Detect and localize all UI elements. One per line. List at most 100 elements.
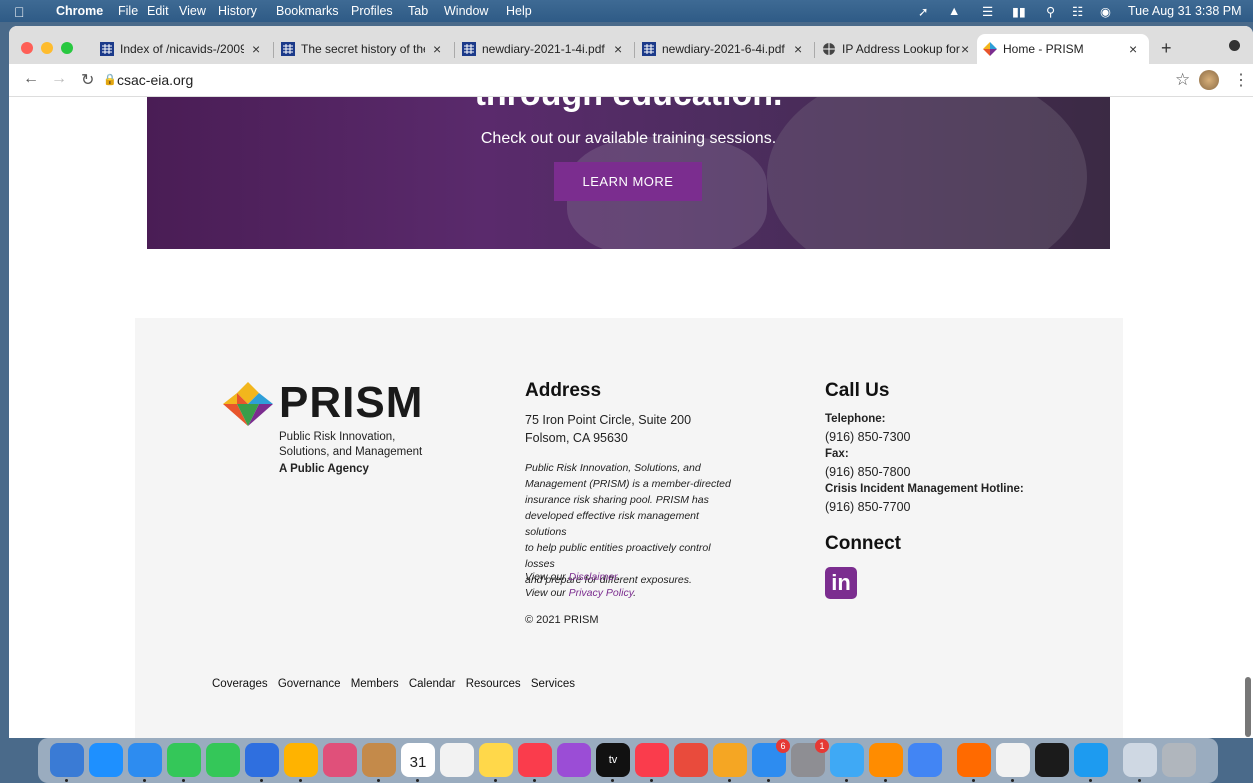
wifi-icon[interactable]: ☰: [982, 4, 993, 19]
menu-profiles[interactable]: Profiles: [351, 4, 393, 18]
pages-icon[interactable]: [713, 743, 747, 777]
address-heading: Address: [525, 380, 602, 401]
tab-newdiary-1[interactable]: newdiary-2021-1-4i.pdf ×: [456, 34, 631, 64]
tab-index-nicavids[interactable]: Index of /nicavids-/2009 ×: [94, 34, 269, 64]
system-preferences-icon[interactable]: 1: [791, 739, 829, 777]
footer-nav-calendar[interactable]: Calendar: [409, 678, 456, 690]
footer-nav-services[interactable]: Services: [531, 678, 575, 690]
preview-icon[interactable]: [1123, 743, 1157, 777]
mail-icon[interactable]: [128, 743, 162, 777]
menu-app-name[interactable]: Chrome: [56, 4, 103, 18]
address-bar[interactable]: csac-eia.org: [117, 72, 193, 88]
photos-icon[interactable]: [323, 743, 357, 777]
menu-file[interactable]: File: [118, 4, 138, 18]
maps-icon[interactable]: [284, 743, 318, 777]
footer-nav-governance[interactable]: Governance: [278, 678, 341, 690]
minimize-window-button[interactable]: [41, 42, 53, 54]
safari-icon[interactable]: [89, 743, 123, 777]
tab-ip-lookup[interactable]: IP Address Lookup for 1 ×: [816, 34, 976, 64]
menubar-clock[interactable]: Tue Aug 31 3:38 PM: [1128, 4, 1242, 18]
apple-tv-icon[interactable]: tv: [596, 743, 630, 777]
new-tab-icon[interactable]: +: [1161, 38, 1172, 59]
spotlight-icon[interactable]: ⚲: [1046, 4, 1055, 19]
menu-help[interactable]: Help: [506, 4, 532, 18]
bookmark-star-icon[interactable]: ☆: [1175, 70, 1190, 90]
about-line: to help public entities proactively cont…: [525, 542, 711, 570]
prism-logo-icon[interactable]: [223, 382, 273, 426]
messages-icon[interactable]: [206, 743, 240, 777]
menu-edit[interactable]: Edit: [147, 4, 169, 18]
close-tab-icon[interactable]: ×: [794, 41, 802, 57]
siri-icon[interactable]: ◉: [1100, 4, 1111, 19]
facetime-icon[interactable]: [167, 743, 201, 777]
footer-nav-members[interactable]: Members: [351, 678, 399, 690]
close-tab-icon[interactable]: ×: [614, 41, 622, 57]
reload-icon[interactable]: ↻: [81, 70, 94, 90]
document-icon[interactable]: [996, 743, 1030, 777]
numbers-icon[interactable]: [674, 743, 708, 777]
menu-window[interactable]: Window: [444, 4, 488, 18]
menu-view[interactable]: View: [179, 4, 206, 18]
disclaimer-link[interactable]: Disclaimer: [569, 571, 618, 583]
terminal-icon[interactable]: [1035, 743, 1069, 777]
tab-newdiary-6[interactable]: newdiary-2021-6-4i.pdf ×: [636, 34, 811, 64]
news-icon[interactable]: [635, 743, 669, 777]
vlc-status-icon[interactable]: ▲: [948, 4, 960, 18]
close-tab-icon[interactable]: ×: [961, 41, 969, 57]
chrome-menu-icon[interactable]: ⋮: [1233, 70, 1249, 90]
menu-tab[interactable]: Tab: [408, 4, 428, 18]
tab-home-prism[interactable]: Home - PRISM ×: [977, 34, 1149, 64]
running-indicator: [728, 779, 731, 782]
connect-heading: Connect: [825, 533, 901, 554]
footer-nav-resources[interactable]: Resources: [466, 678, 521, 690]
chrome-icon[interactable]: [908, 743, 942, 777]
learn-more-button[interactable]: LEARN MORE: [554, 162, 702, 201]
telephone-number[interactable]: (916) 850-7300: [825, 430, 910, 444]
notes-icon[interactable]: [479, 743, 513, 777]
close-tab-icon[interactable]: ×: [433, 41, 441, 57]
calendar-icon[interactable]: 31: [401, 743, 435, 777]
zoom-window-button[interactable]: [61, 42, 73, 54]
linkedin-icon[interactable]: in: [825, 567, 857, 599]
reminders-icon[interactable]: [440, 743, 474, 777]
about-line: developed effective risk management solu…: [525, 510, 699, 538]
grid-icon: [642, 42, 656, 56]
control-center-icon[interactable]: ☷: [1072, 4, 1083, 19]
app-store-icon[interactable]: 6: [752, 739, 790, 777]
finder-icon[interactable]: [50, 743, 84, 777]
forward-icon[interactable]: →: [51, 70, 67, 88]
menu-bookmarks[interactable]: Bookmarks: [276, 4, 339, 18]
lock-icon[interactable]: 🔒: [103, 73, 117, 86]
running-indicator: [182, 779, 185, 782]
prism-logo-wordmark[interactable]: PRISM: [279, 378, 423, 428]
page-scrollbar[interactable]: [1245, 677, 1251, 737]
crisis-hotline-number[interactable]: (916) 850-7700: [825, 500, 910, 514]
tab-title: The secret history of the: [301, 42, 425, 56]
close-window-button[interactable]: [21, 42, 33, 54]
tab-secret-history[interactable]: The secret history of the ×: [275, 34, 450, 64]
profile-avatar[interactable]: [1199, 70, 1219, 90]
skype-icon[interactable]: [1074, 743, 1108, 777]
contacts-icon[interactable]: [362, 743, 396, 777]
cursor-tool-icon[interactable]: ➚: [918, 4, 928, 19]
about-line: Public Risk Innovation, Solutions, and: [525, 462, 701, 474]
trash-icon[interactable]: [1162, 743, 1196, 777]
running-indicator: [533, 779, 536, 782]
battery-icon[interactable]: ▮▮: [1012, 4, 1026, 19]
music-icon[interactable]: [518, 743, 552, 777]
tab-search-icon[interactable]: [1229, 40, 1240, 51]
vlc-icon[interactable]: [869, 743, 903, 777]
apple-icon[interactable]: : [14, 4, 25, 20]
privacy-line: View our Privacy Policy.: [525, 587, 637, 599]
firefox-icon[interactable]: [957, 743, 991, 777]
network-utility-icon[interactable]: [830, 743, 864, 777]
fax-number: (916) 850-7800: [825, 465, 911, 479]
close-tab-icon[interactable]: ×: [252, 41, 260, 57]
podcasts-icon[interactable]: [557, 743, 591, 777]
launchpad-icon[interactable]: [245, 743, 279, 777]
back-icon[interactable]: ←: [23, 70, 39, 88]
footer-nav-coverages[interactable]: Coverages: [212, 678, 268, 690]
close-tab-icon[interactable]: ×: [1129, 41, 1137, 57]
privacy-policy-link[interactable]: Privacy Policy: [569, 587, 634, 599]
menu-history[interactable]: History: [218, 4, 257, 18]
